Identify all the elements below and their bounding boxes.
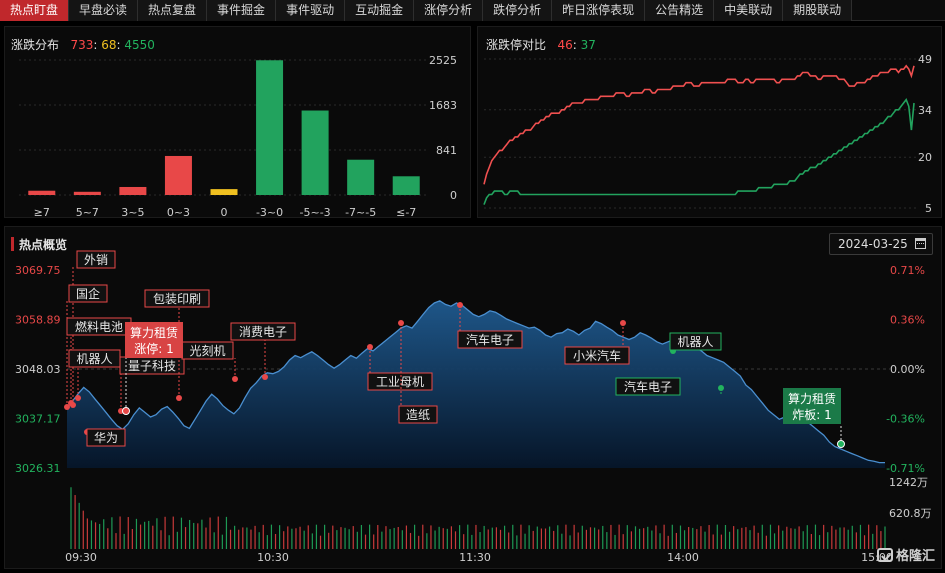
nav-tab[interactable]: 期股联动 xyxy=(783,0,853,21)
distribution-panel: 涨跌分布 733: 68: 4550 2525 1683 841 0 ≥7 5~7 3~5 0… xyxy=(4,26,471,219)
distribution-bar xyxy=(347,159,375,195)
hot-tag-label: 工业母机 xyxy=(376,375,424,389)
nav-tab[interactable]: 跌停分析 xyxy=(483,0,553,21)
y-right-label: 0.71% xyxy=(890,264,925,277)
x-tick-label: 10:30 xyxy=(257,551,289,564)
y-left-label: 3058.89 xyxy=(15,314,61,327)
callout-value: 涨停: 1 xyxy=(134,341,174,356)
nav-tab[interactable]: 热点复盘 xyxy=(138,0,208,21)
overview-panel: 热点概览 2024-03-25 3069.75 0.71% 3058.89 0.36%… xyxy=(4,226,942,569)
hot-tag-label: 华为 xyxy=(94,431,118,445)
index-area xyxy=(67,300,885,468)
x-tick-label: 09:30 xyxy=(65,551,97,564)
volume-label: 620.8万 xyxy=(889,507,932,520)
hot-tag-label: 外销 xyxy=(84,253,108,267)
overview-chart: 3069.75 0.71% 3058.89 0.36% 3048.03 0.00% 3037… xyxy=(15,250,932,564)
hot-tag-label: 燃料电池 xyxy=(75,319,123,334)
y-left-label: 3069.75 xyxy=(15,264,61,277)
y-left-label: 3037.17 xyxy=(15,413,61,426)
hot-tag-label: 包装印刷 xyxy=(153,292,201,306)
x-tick-label: 14:00 xyxy=(667,551,699,564)
hot-tag-label: 小米汽车 xyxy=(573,348,621,363)
x-tick-label: ≤-7 xyxy=(396,206,416,219)
distribution-bar xyxy=(73,191,101,195)
y-tick-label: 1683 xyxy=(429,99,457,112)
y-tick-label: 841 xyxy=(436,144,457,157)
distribution-bar xyxy=(164,155,192,195)
hot-tag-label: 汽车电子 xyxy=(624,379,672,394)
distribution-chart: 2525 1683 841 0 ≥7 5~7 3~5 0~3 0 -3~0 -5~-3 -7~-5 ≤-… xyxy=(19,54,457,219)
hot-tag-label: 光刻机 xyxy=(189,344,225,358)
x-tick-label: -3~0 xyxy=(256,206,283,219)
y-tick-label: 5 xyxy=(925,202,932,215)
callout-title: 算力租赁 xyxy=(788,391,836,406)
distribution-bar xyxy=(392,176,420,195)
hot-tag-label: 量子科技 xyxy=(128,359,176,373)
hot-tag-label: 机器人 xyxy=(76,352,112,366)
y-left-label: 3048.03 xyxy=(15,363,61,376)
x-tick-label: 3~5 xyxy=(121,206,144,219)
limit-down-line xyxy=(483,97,915,205)
nav-tab[interactable]: 事件掘金 xyxy=(207,0,277,21)
limit-ratio-chart: 49 34 20 5 xyxy=(483,53,932,215)
distribution-bar xyxy=(119,186,147,195)
app-root: 热点盯盘 早盘必读 热点复盘 事件掘金 事件驱动 互动掘金 涨停分析 跌停分析 昨日涨停表现 公告… xyxy=(0,0,945,573)
y-right-label: -0.36% xyxy=(886,413,925,426)
distribution-bar xyxy=(210,189,238,195)
y-right-label: 0.36% xyxy=(890,314,925,327)
y-right-label: -0.71% xyxy=(886,462,925,475)
distribution-bar xyxy=(301,110,329,195)
callout-point xyxy=(122,407,130,415)
limit-up-line xyxy=(483,64,915,185)
tag-point xyxy=(176,395,182,401)
callout-point xyxy=(837,440,845,448)
x-tick-label: 0 xyxy=(221,206,228,219)
hot-tag-label: 消费电子 xyxy=(239,325,287,339)
tag-point xyxy=(398,320,404,326)
nav-tab[interactable]: 公告精选 xyxy=(645,0,715,21)
y-tick-label: 20 xyxy=(918,151,932,164)
tag-point xyxy=(75,395,81,401)
x-tick-label: ≥7 xyxy=(34,206,50,219)
nav-tab[interactable]: 中美联动 xyxy=(714,0,784,21)
nav-tab[interactable]: 互动掘金 xyxy=(345,0,415,21)
hot-tag-label: 造纸 xyxy=(406,408,430,422)
callout-value: 炸板: 1 xyxy=(792,408,832,422)
y-tick-label: 0 xyxy=(450,189,457,202)
distribution-bar xyxy=(28,190,56,195)
tag-point xyxy=(620,320,626,326)
y-tick-label: 34 xyxy=(918,104,932,117)
logo: 格隆汇 xyxy=(876,545,935,564)
callout-title: 算力租赁 xyxy=(130,325,178,340)
tag-point xyxy=(232,376,238,382)
y-right-label: 0.00% xyxy=(890,363,925,376)
x-tick-label: 11:30 xyxy=(459,551,491,564)
tag-point xyxy=(262,374,268,380)
hot-tag-label: 国企 xyxy=(76,286,100,301)
limit-ratio-panel: 涨跌停对比 46: 37 49 34 20 5 xyxy=(477,26,942,218)
logo-text: 格隆汇 xyxy=(895,549,935,564)
tag-point xyxy=(457,302,463,308)
distribution-bar xyxy=(256,60,284,195)
x-tick-label: 5~7 xyxy=(76,206,99,219)
top-nav: 热点盯盘 早盘必读 热点复盘 事件掘金 事件驱动 互动掘金 涨停分析 跌停分析 昨日涨停表现 公告… xyxy=(0,0,945,21)
logo-icon xyxy=(876,547,893,562)
x-tick-label: 0~3 xyxy=(167,206,190,219)
nav-tab[interactable]: 昨日涨停表现 xyxy=(552,0,646,21)
tag-point xyxy=(68,400,74,406)
nav-tab[interactable]: 热点盯盘 xyxy=(0,0,70,21)
x-tick-label: -5~-3 xyxy=(300,206,331,219)
hot-tag-label: 机器人 xyxy=(677,335,713,349)
nav-tab[interactable]: 事件驱动 xyxy=(276,0,346,21)
nav-tab[interactable]: 早盘必读 xyxy=(69,0,139,21)
volume-label: 1242万 xyxy=(889,476,928,489)
nav-tab[interactable]: 涨停分析 xyxy=(414,0,484,21)
x-tick-label: -7~-5 xyxy=(345,206,376,219)
y-tick-label: 49 xyxy=(918,53,932,66)
tag-point xyxy=(367,344,373,350)
y-left-label: 3026.31 xyxy=(15,462,61,475)
y-tick-label: 2525 xyxy=(429,54,457,67)
hot-tag-label: 汽车电子 xyxy=(466,332,514,347)
tag-point xyxy=(718,385,724,391)
